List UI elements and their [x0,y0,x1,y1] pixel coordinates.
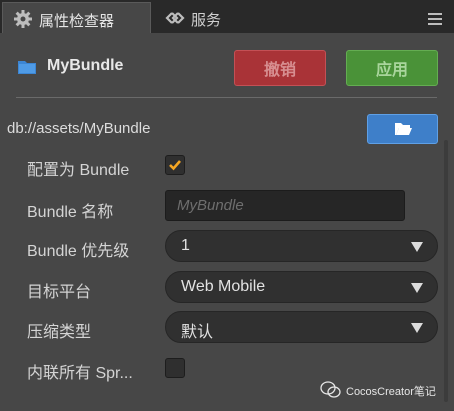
folder-icon [17,59,37,75]
inline-sprite-label: 内联所有 Spr... [27,365,133,382]
open-folder-icon [395,123,412,135]
dropdown-arrow-icon [411,242,423,252]
menu-icon[interactable] [428,10,442,25]
dropdown-arrow-icon [411,323,423,333]
open-folder-button[interactable] [367,114,438,144]
wechat-icon [320,381,341,398]
gear-icon [14,10,32,28]
platform-value: Web Mobile [181,278,266,295]
apply-button[interactable]: 应用 [346,50,438,86]
checkmark-icon [169,160,181,171]
tab-inspector[interactable]: 属性检查器 [2,2,151,33]
compression-label: 压缩类型 [27,324,92,341]
tab-label: 服务 [191,11,222,29]
scrollbar[interactable] [444,140,448,402]
is-bundle-label: 配置为 Bundle [27,162,130,179]
tab-services[interactable]: 服务 [161,2,281,33]
link-icon [164,10,186,26]
revert-button[interactable]: 撤销 [234,50,326,86]
asset-title: MyBundle [47,57,124,74]
compression-value: 默认 [181,324,214,341]
priority-label: Bundle 优先级 [27,243,130,260]
is-bundle-checkbox[interactable] [165,155,185,175]
platform-label: 目标平台 [27,284,92,301]
bundle-name-input[interactable]: MyBundle [165,190,405,221]
platform-select[interactable]: Web Mobile [165,271,438,303]
inline-sprite-checkbox[interactable] [165,358,185,378]
asset-path: db://assets/MyBundle [7,120,151,137]
divider [16,97,437,98]
tab-label: 属性检查器 [39,12,115,30]
bundle-name-label: Bundle 名称 [27,204,114,221]
priority-value: 1 [181,237,190,254]
dropdown-arrow-icon [411,283,423,293]
tab-bar: 属性检查器 服务 [0,0,454,33]
bundle-name-placeholder: MyBundle [177,197,244,214]
priority-select[interactable]: 1 [165,230,438,262]
watermark-text: CocosCreator笔记 [346,386,436,398]
compression-select[interactable]: 默认 [165,311,438,343]
